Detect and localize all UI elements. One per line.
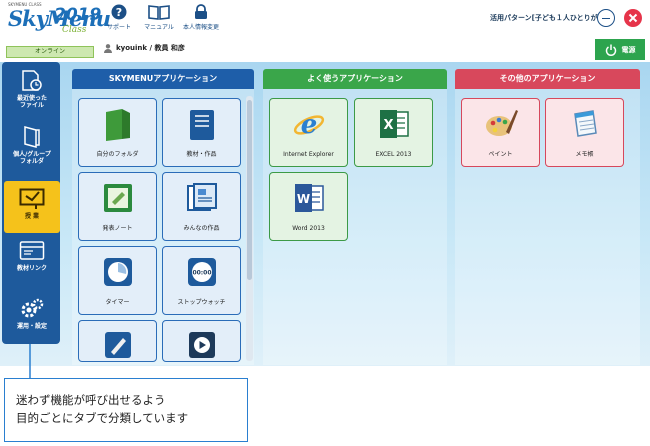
sidebar: 最近使った ファイル 個人/グループ フォルダ 授 業 教材リンク 運用・設定 [2, 62, 60, 344]
power-button[interactable]: 電源 [595, 39, 645, 60]
tile-timer[interactable]: タイマー [78, 246, 157, 315]
apps-scrollbar[interactable] [246, 96, 253, 361]
support-label: サポート [106, 24, 131, 31]
other-panel-body: ペイント メモ帳 [455, 89, 640, 365]
user-icon [104, 43, 112, 53]
drawing-icon [104, 332, 131, 358]
sidebar-label-settings: 運用・設定 [16, 323, 47, 330]
online-status-badge: オンライン [6, 46, 94, 58]
lock-icon [195, 4, 207, 19]
tile-label: メモ帳 [575, 151, 594, 158]
manual-button[interactable]: マニュアル [142, 4, 176, 31]
help-icon: ? [111, 4, 127, 20]
top-bar: SKYMENU CLASS SkyMenu 2019 Class ? サポート … [0, 0, 650, 40]
callout-pointer [29, 344, 31, 378]
notepad-icon [573, 110, 597, 137]
frequent-apps-panel: よく使うアプリケーション e Internet Explorer X EXCEL… [263, 69, 447, 365]
tile-notepad[interactable]: メモ帳 [545, 98, 624, 167]
ie-icon: e [293, 110, 324, 140]
folder-icon [24, 126, 40, 148]
tile-internet-explorer[interactable]: e Internet Explorer [269, 98, 348, 167]
app-logo: SKYMENU CLASS SkyMenu 2019 Class [4, 2, 111, 42]
user-info: kyouink / 教員 和彦 [104, 43, 185, 53]
skymenu-apps-panel: SKYMENUアプリケーション 自分のフォルダ 教材・作品 発表ノート みんなの… [72, 69, 254, 365]
video-icon [188, 332, 215, 358]
frequent-panel-body: e Internet Explorer X EXCEL 2013 W Word … [263, 89, 447, 365]
privacy-label: 本人情報変更 [182, 24, 219, 31]
tile-presentation-note[interactable]: 発表ノート [78, 172, 157, 241]
other-apps-panel: その他のアプリケーション ペイント メモ帳 [455, 69, 640, 365]
sidebar-label-class: 授 業 [24, 213, 40, 220]
stopwatch-display: 00:00 [192, 270, 211, 277]
paint-palette-icon [485, 110, 518, 136]
sidebar-item-recent-files[interactable]: 最近使った ファイル [4, 70, 60, 122]
tile-everyone-works[interactable]: みんなの作品 [162, 172, 241, 241]
tile-video[interactable] [162, 320, 241, 362]
skymenu-panel-title: SKYMENUアプリケーション [72, 69, 254, 89]
tile-my-folder[interactable]: 自分のフォルダ [78, 98, 157, 167]
tile-label: 教材・作品 [186, 151, 217, 158]
logo-class-text: Class [62, 25, 87, 35]
scroll-thumb[interactable] [247, 100, 252, 280]
book-icon [189, 110, 214, 140]
tile-paint[interactable]: ペイント [461, 98, 540, 167]
frequent-panel-title: よく使うアプリケーション [263, 69, 447, 89]
sidebar-label-links: 教材リンク [16, 265, 47, 272]
tile-drawing[interactable] [78, 320, 157, 362]
manual-label: マニュアル [144, 24, 174, 31]
skymenu-panel-body: 自分のフォルダ 教材・作品 発表ノート みんなの作品 タイマー 00:00 スト… [72, 89, 254, 365]
book-icon [148, 5, 170, 20]
sidebar-item-folders[interactable]: 個人/グループ フォルダ [4, 126, 60, 178]
recent-files-icon [22, 70, 42, 91]
works-icon [186, 183, 217, 211]
privacy-button[interactable]: 本人情報変更 [181, 4, 221, 31]
green-folder-icon [105, 109, 130, 141]
sidebar-label-folders: 個人/グループ フォルダ [13, 151, 51, 165]
minimize-button[interactable] [597, 9, 615, 27]
timer-icon [103, 258, 132, 286]
tile-label: タイマー [105, 299, 130, 306]
tile-materials[interactable]: 教材・作品 [162, 98, 241, 167]
class-icon [19, 188, 45, 209]
callout-line-1: 迷わず機能が呼び出せるよう [16, 393, 166, 407]
svg-text:?: ? [116, 6, 122, 19]
note-icon [103, 184, 132, 212]
link-icon [19, 241, 45, 260]
svg-text:W: W [296, 192, 309, 206]
sidebar-item-settings[interactable]: 運用・設定 [4, 298, 60, 340]
tile-word[interactable]: W Word 2013 [269, 172, 348, 241]
support-button[interactable]: ? サポート [106, 4, 132, 31]
stopwatch-icon: 00:00 [187, 258, 216, 286]
close-icon [628, 13, 638, 23]
tile-stopwatch[interactable]: 00:00 ストップウォッチ [162, 246, 241, 315]
other-panel-title: その他のアプリケーション [455, 69, 640, 89]
close-button[interactable] [624, 9, 642, 27]
tile-label: Word 2013 [292, 225, 325, 232]
svg-text:X: X [383, 118, 393, 133]
power-label: 電源 [621, 45, 636, 54]
callout-box: 迷わず機能が呼び出せるよう 目的ごとにタブで分類しています [4, 378, 248, 442]
app-window: SKYMENU CLASS SkyMenu 2019 Class ? サポート … [0, 0, 650, 446]
word-icon: W [294, 184, 324, 212]
tile-label: みんなの作品 [183, 225, 220, 232]
tile-label: ストップウォッチ [177, 299, 226, 306]
tile-excel[interactable]: X EXCEL 2013 [354, 98, 433, 167]
user-name: kyouink / 教員 和彦 [116, 44, 185, 52]
tile-label: 自分のフォルダ [96, 151, 139, 158]
excel-icon: X [379, 110, 409, 138]
sidebar-label-recent: 最近使った ファイル [16, 95, 47, 109]
sidebar-item-links[interactable]: 教材リンク [4, 240, 60, 286]
logo-year-text: 2019 [54, 5, 102, 25]
tile-label: Internet Explorer [283, 151, 334, 158]
power-icon [605, 44, 616, 56]
callout-line-2: 目的ごとにタブで分類しています [16, 411, 189, 425]
sidebar-item-class[interactable]: 授 業 [4, 181, 60, 233]
tile-label: ペイント [488, 151, 513, 158]
gear-icon [21, 298, 44, 318]
svg-text:e: e [300, 110, 317, 140]
tile-label: EXCEL 2013 [375, 151, 412, 158]
tile-label: 発表ノート [102, 225, 133, 232]
